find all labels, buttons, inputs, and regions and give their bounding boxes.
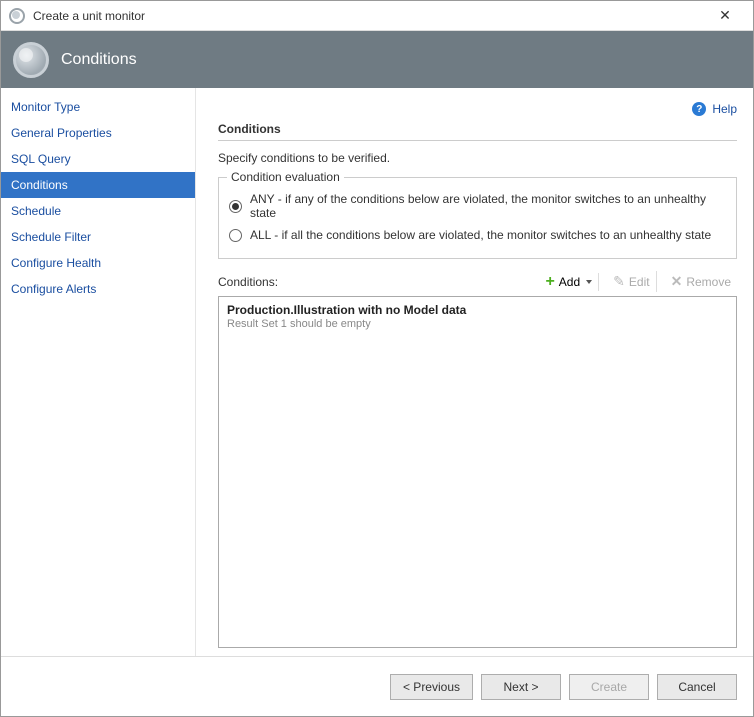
radio-any[interactable] [229, 200, 242, 213]
content-panel: ? Help Conditions Specify conditions to … [196, 88, 753, 656]
chevron-down-icon [586, 280, 592, 284]
help-icon: ? [692, 102, 706, 116]
next-button[interactable]: Next > [481, 674, 561, 700]
add-button[interactable]: + Add [539, 273, 599, 291]
add-label: Add [559, 275, 580, 289]
banner-title: Conditions [61, 51, 137, 69]
help-row: ? Help [218, 102, 737, 116]
edit-button[interactable]: ✎ Edit [607, 271, 656, 292]
sidebar-item[interactable]: Monitor Type [1, 94, 195, 120]
section-title: Conditions [218, 122, 737, 141]
remove-button[interactable]: ✕ Remove [665, 271, 737, 292]
wizard-sidebar: Monitor TypeGeneral PropertiesSQL QueryC… [1, 88, 196, 656]
wizard-footer: < Previous Next > Create Cancel [1, 656, 753, 716]
title-bar: Create a unit monitor ✕ [1, 1, 753, 31]
sidebar-item[interactable]: Configure Health [1, 250, 195, 276]
condition-subtitle: Result Set 1 should be empty [227, 318, 728, 330]
help-link[interactable]: Help [712, 102, 737, 116]
conditions-toolbar: Conditions: + Add ✎ Edit ✕ Remove [218, 271, 737, 292]
conditions-listbox[interactable]: Production.Illustration with no Model da… [218, 296, 737, 648]
banner: Conditions [1, 31, 753, 88]
edit-label: Edit [629, 275, 650, 289]
window-title: Create a unit monitor [33, 9, 705, 23]
list-item[interactable]: Production.Illustration with no Model da… [227, 303, 728, 330]
sidebar-item[interactable]: Schedule [1, 198, 195, 224]
add-icon: + [545, 276, 554, 288]
sidebar-item[interactable]: General Properties [1, 120, 195, 146]
create-button[interactable]: Create [569, 674, 649, 700]
close-icon: ✕ [719, 7, 731, 24]
sidebar-item[interactable]: Configure Alerts [1, 276, 195, 302]
group-legend: Condition evaluation [227, 170, 344, 184]
conditions-label: Conditions: [218, 275, 531, 289]
cancel-button[interactable]: Cancel [657, 674, 737, 700]
condition-title: Production.Illustration with no Model da… [227, 303, 728, 317]
radio-all[interactable] [229, 229, 242, 242]
sidebar-item[interactable]: SQL Query [1, 146, 195, 172]
remove-icon: ✕ [671, 273, 683, 290]
edit-icon: ✎ [613, 273, 625, 290]
radio-all-row[interactable]: ALL - if all the conditions below are vi… [229, 224, 726, 246]
condition-evaluation-group: Condition evaluation ANY - if any of the… [218, 177, 737, 259]
sidebar-item[interactable]: Schedule Filter [1, 224, 195, 250]
radio-all-label: ALL - if all the conditions below are vi… [250, 228, 711, 242]
close-button[interactable]: ✕ [705, 2, 745, 30]
sidebar-item[interactable]: Conditions [1, 172, 195, 198]
main-area: Monitor TypeGeneral PropertiesSQL QueryC… [1, 88, 753, 656]
remove-label: Remove [686, 275, 731, 289]
radio-any-label: ANY - if any of the conditions below are… [250, 192, 726, 220]
instruction-text: Specify conditions to be verified. [218, 151, 737, 165]
banner-icon [13, 42, 49, 78]
app-icon [9, 8, 25, 24]
previous-button[interactable]: < Previous [390, 674, 473, 700]
radio-any-row[interactable]: ANY - if any of the conditions below are… [229, 188, 726, 224]
